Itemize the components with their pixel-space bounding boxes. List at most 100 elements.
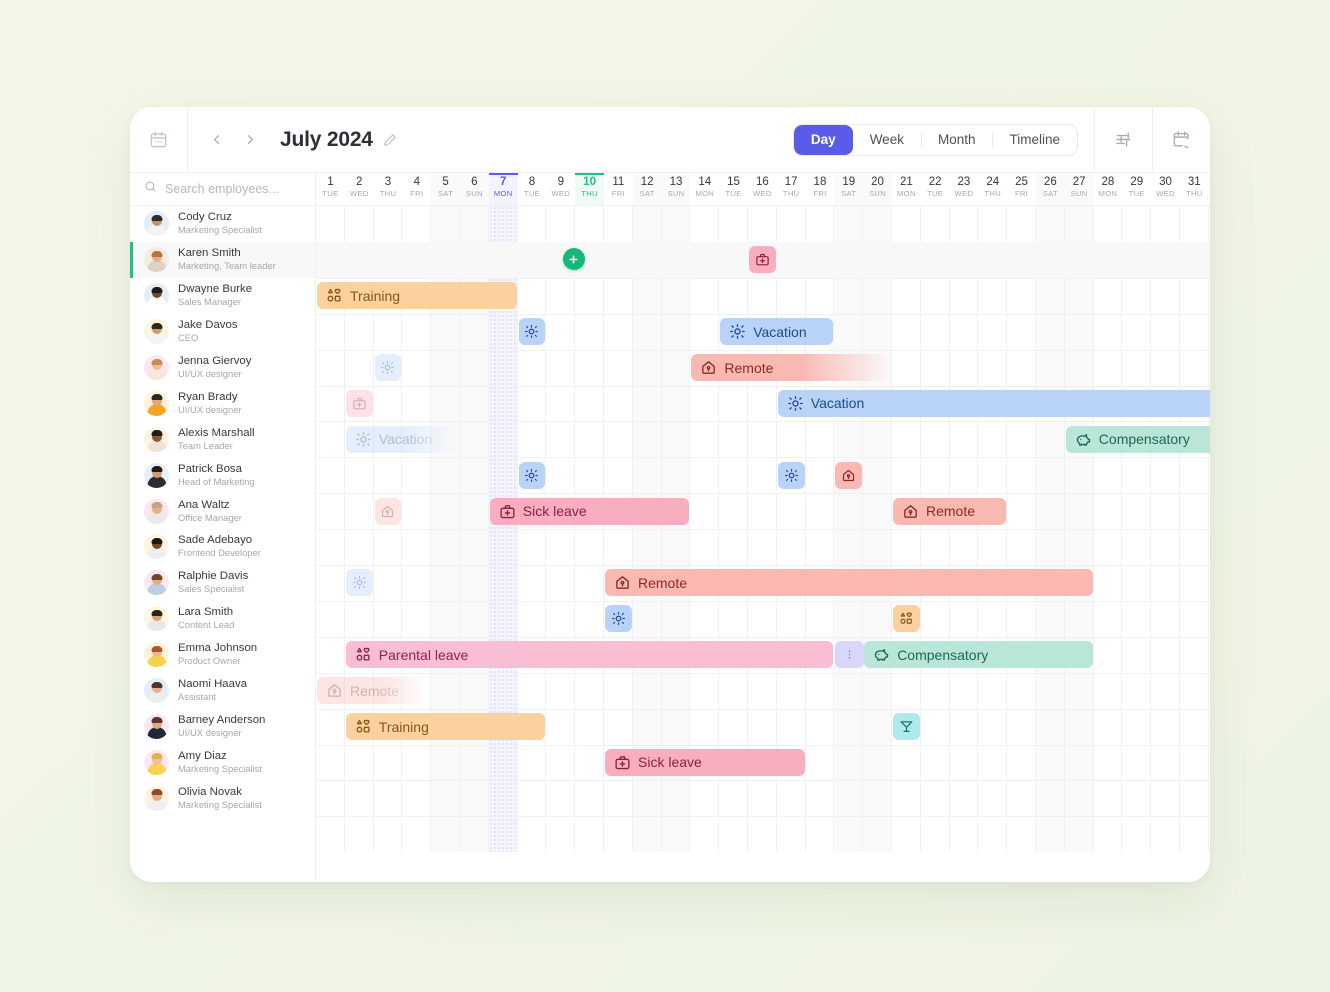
employee-row[interactable]: Amy Diaz Marketing Specialist [130,744,315,780]
day-header-cell[interactable]: 24 THU [978,173,1007,205]
event-bar[interactable]: Remote [605,569,1093,597]
employee-row[interactable]: Ana Waltz Office Manager [130,493,315,529]
day-header-cell[interactable]: 11 FRI [604,173,633,205]
employee-row[interactable]: Olivia Novak Marketing Specialist [130,780,315,816]
day-header-cell[interactable]: 5 SAT [431,173,460,205]
day-header-cell[interactable]: 19 SAT [834,173,864,205]
tab-timeline[interactable]: Timeline [992,125,1077,155]
schedule-grid: 1 TUE 2 WED 3 THU 4 FRI 5 SAT 6 SUN 7 MON 8 TUE… [316,173,1210,882]
tab-month[interactable]: Month [920,125,993,155]
day-header-cell[interactable]: 2 WED [345,173,374,205]
calendar-settings-icon[interactable] [1152,107,1210,172]
event-bar[interactable]: Training [317,282,517,310]
employee-row[interactable]: Jake Davos CEO [130,314,315,350]
day-header-cell[interactable]: 26 SAT [1035,173,1065,205]
employee-row[interactable]: Ryan Brady UI/UX designer [130,385,315,421]
employee-row[interactable]: Emma Johnson Product Owner [130,637,315,673]
day-header-row: 1 TUE 2 WED 3 THU 4 FRI 5 SAT 6 SUN 7 MON 8 TUE… [316,173,1210,206]
day-header-cell[interactable]: 21 MON [892,173,921,205]
day-header-cell[interactable]: 13 SUN [661,173,691,205]
event-more-button[interactable] [835,641,865,669]
pencil-icon[interactable] [383,133,397,147]
day-header-cell[interactable]: 17 THU [777,173,806,205]
day-header-cell[interactable]: 25 FRI [1007,173,1036,205]
event-bar[interactable] [749,246,776,274]
event-bar[interactable]: Parental leave [345,641,834,669]
event-bar[interactable] [893,605,920,633]
employee-name: Lara Smith [178,606,234,619]
day-header-cell[interactable]: 10 THU [575,173,604,205]
avatar [144,534,169,560]
day-header-cell[interactable]: 4 FRI [402,173,431,205]
employee-row[interactable]: Cody Cruz Marketing Specialist [130,206,315,242]
event-bar[interactable] [345,569,373,597]
employee-row[interactable]: Dwayne Burke Sales Manager [130,278,315,314]
calendar-icon[interactable] [130,107,188,172]
day-header-cell[interactable]: 30 WED [1151,173,1180,205]
employee-row[interactable]: Lara Smith Content Lead [130,601,315,637]
avatar [144,390,169,416]
day-header-cell[interactable]: 28 MON [1094,173,1123,205]
day-header-cell[interactable]: 20 SUN [863,173,892,205]
event-bar[interactable] [777,461,805,489]
employee-row[interactable]: Patrick Bosa Head of Marketing [130,457,315,493]
employee-row[interactable]: Naomi Haava Assistant [130,673,315,709]
shapes-icon [899,611,914,626]
event-bar[interactable] [374,354,402,382]
day-header-cell[interactable]: 23 WED [950,173,979,205]
employee-row[interactable]: Alexis Marshall Team Leader [130,421,315,457]
day-header-cell[interactable]: 7 MON [488,173,518,205]
employee-row[interactable]: Sade Adebayo Frontend Developer [130,529,315,565]
day-header-cell[interactable]: 22 TUE [921,173,950,205]
prev-month-button[interactable] [202,126,230,154]
tab-day[interactable]: Day [793,124,853,155]
event-bar[interactable] [893,713,920,741]
day-header-cell[interactable]: 3 THU [374,173,403,205]
sun-icon [784,468,799,483]
search-bar[interactable] [130,173,315,206]
event-bar[interactable] [345,389,373,417]
day-header-cell[interactable]: 31 THU [1180,173,1209,205]
event-bar[interactable]: Vacation [777,389,1210,417]
tab-week[interactable]: Week [853,125,921,155]
day-header-cell[interactable]: 14 MON [690,173,719,205]
employee-row[interactable]: Ralphie Davis Sales Specialist [130,565,315,601]
day-number: 15 [727,176,740,188]
event-bar[interactable]: Compensatory [1065,425,1210,453]
day-header-cell[interactable]: 9 WED [546,173,575,205]
event-bar[interactable]: Sick leave [605,748,805,776]
event-bar[interactable] [374,497,402,525]
event-bar[interactable]: Compensatory [864,641,1093,669]
day-header-cell[interactable]: 8 TUE [518,173,547,205]
next-month-button[interactable] [236,126,264,154]
event-bar[interactable]: Sick leave [489,497,690,525]
sun-icon [352,575,367,590]
event-bar[interactable] [835,461,863,489]
day-header-cell[interactable]: 6 SUN [459,173,489,205]
employee-row[interactable]: Barney Anderson UI/UX designer [130,708,315,744]
day-header-cell[interactable]: 29 TUE [1122,173,1151,205]
event-bar[interactable]: Training [345,713,546,741]
day-weekday: SUN [667,189,685,198]
event-bar[interactable]: Remote [691,354,891,382]
day-header-cell[interactable]: 16 WED [748,173,777,205]
day-header-cell[interactable]: 27 SUN [1064,173,1094,205]
event-bar[interactable]: Remote [317,677,431,705]
day-header-cell[interactable]: 1 TUE [316,173,345,205]
event-bar[interactable] [518,461,546,489]
event-bar[interactable] [518,318,546,346]
event-bar[interactable]: Vacation [720,318,834,346]
search-input[interactable] [165,182,301,196]
event-bar[interactable]: Remote [893,497,1007,525]
day-weekday: FRI [813,189,827,198]
employee-row[interactable]: Karen Smith Marketing, Team leader [130,241,315,278]
add-event-button[interactable] [562,248,585,271]
day-header-cell[interactable]: 18 FRI [806,173,835,205]
sliders-icon[interactable] [1094,107,1152,172]
employee-row[interactable]: Jenna Giervoy UI/UX designer [130,350,315,386]
day-number: 16 [755,176,769,188]
day-header-cell[interactable]: 15 TUE [719,173,748,205]
day-header-cell[interactable]: 12 SAT [632,173,662,205]
event-bar[interactable]: Vacation [345,425,459,453]
event-bar[interactable] [605,605,632,633]
